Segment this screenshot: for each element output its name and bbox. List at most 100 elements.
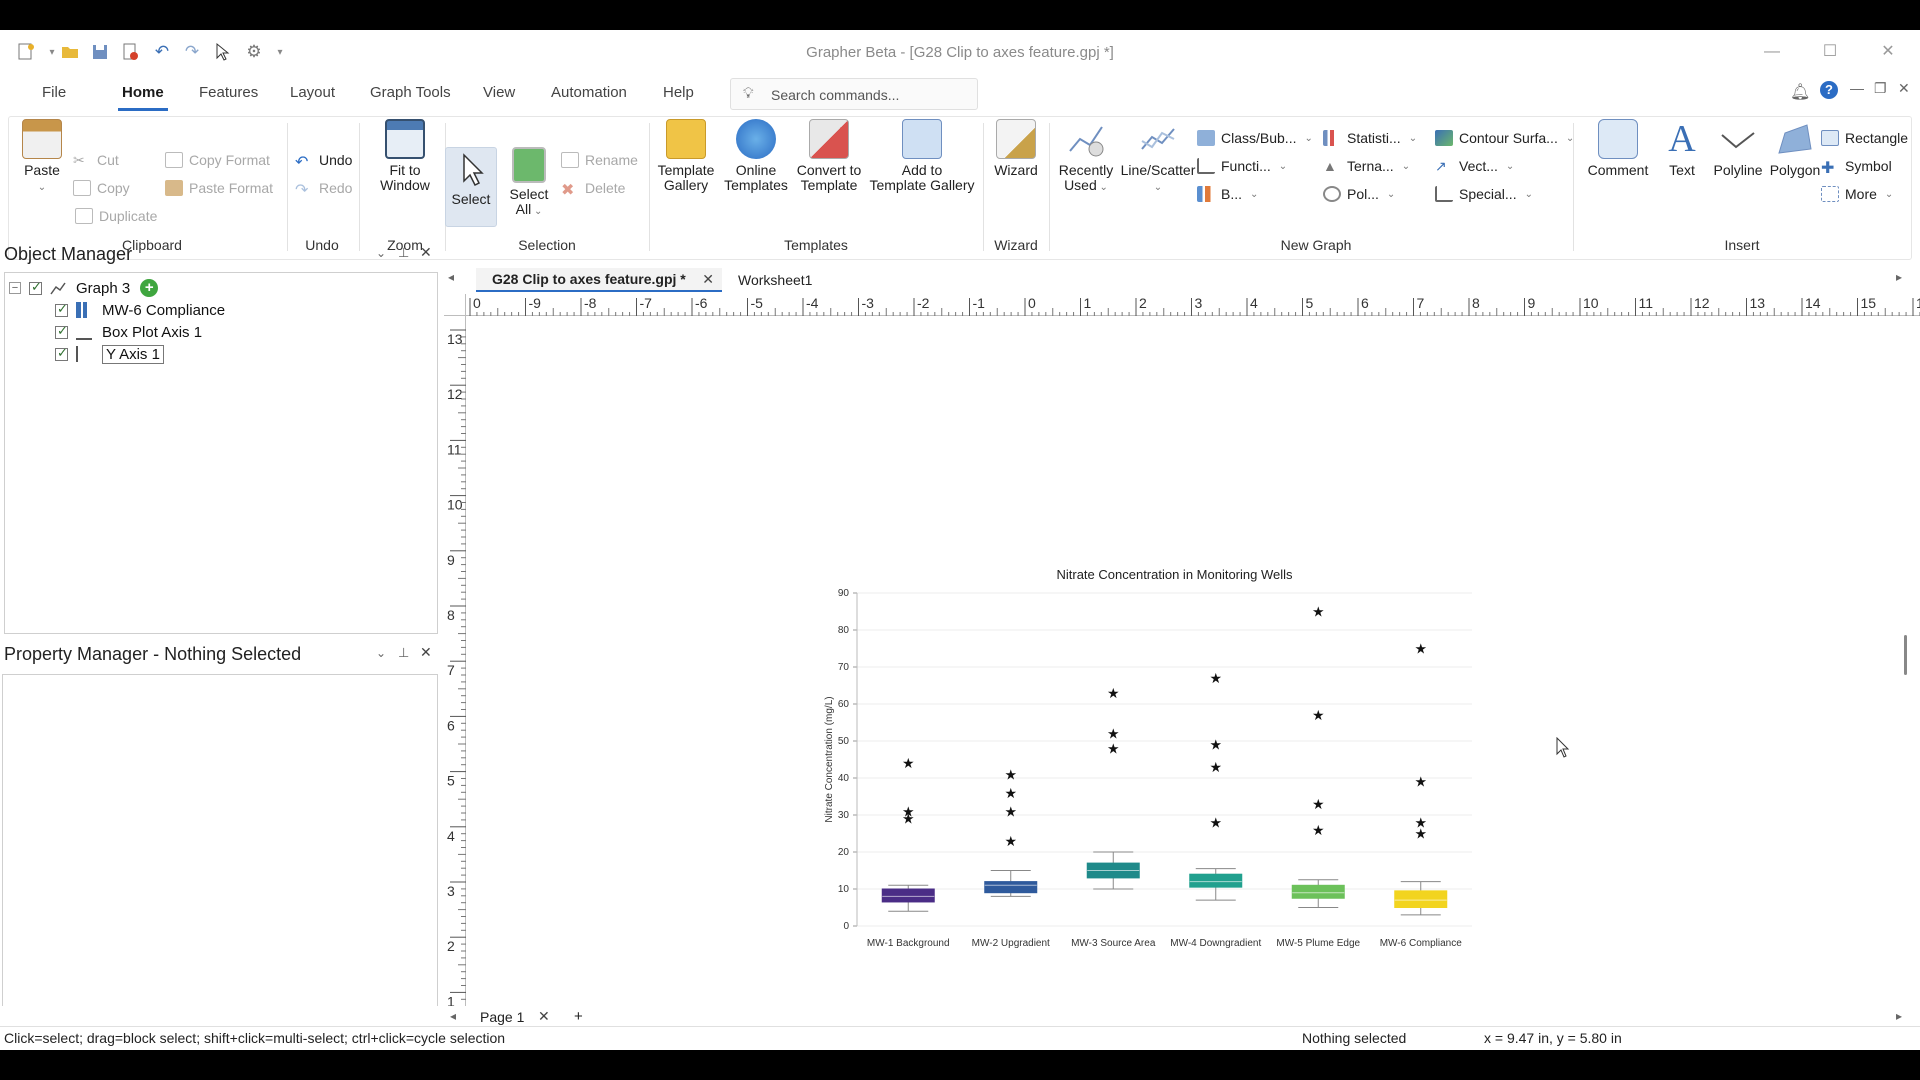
checkbox[interactable] xyxy=(29,279,42,295)
convert-to-template-button[interactable]: Convert to Template xyxy=(791,119,867,193)
redo-button[interactable]: ↷ Redo xyxy=(295,177,352,199)
recently-used-button[interactable]: Recently Used ⌄ xyxy=(1051,119,1121,195)
mouse-cursor-icon xyxy=(1555,736,1571,762)
polar-button[interactable]: Pol... ⌄ xyxy=(1323,183,1395,205)
add-to-template-gallery-button[interactable]: Add to Template Gallery xyxy=(865,119,979,193)
tree-item-mw6[interactable]: MW-6 Compliance xyxy=(55,299,225,321)
panel-menu-chevron-icon[interactable]: ⌄ xyxy=(376,246,386,260)
tab-help[interactable]: Help xyxy=(663,84,694,101)
wizard-wand-icon xyxy=(996,119,1036,159)
template-gallery-button[interactable]: Template Gallery xyxy=(653,119,719,193)
duplicate-button[interactable]: Duplicate xyxy=(75,205,157,227)
search-commands-input[interactable]: 💡︎ Search commands... xyxy=(730,78,978,110)
online-templates-label-1: Online xyxy=(735,162,777,178)
doc-minimize-icon[interactable]: — xyxy=(1850,80,1864,96)
rename-button[interactable]: Rename xyxy=(561,149,638,171)
panel-close-icon[interactable]: ✕ xyxy=(420,644,432,661)
ruler-label: 6 xyxy=(1361,295,1369,311)
convert-template-icon xyxy=(809,119,849,159)
tree-item-box-plot-axis[interactable]: Box Plot Axis 1 xyxy=(55,321,202,343)
outlier-star: ★ xyxy=(1414,827,1427,843)
tab-home[interactable]: Home xyxy=(118,84,168,111)
paste-format-button[interactable]: Paste Format xyxy=(165,177,273,199)
vector-arrow-icon: ↗ xyxy=(1435,158,1447,174)
special-button[interactable]: Special... ⌄ xyxy=(1435,183,1533,205)
panel-close-icon[interactable]: ✕ xyxy=(420,244,432,261)
checkbox[interactable] xyxy=(55,323,68,339)
tree-item-label: Graph 3 xyxy=(76,279,131,297)
tab-scroll-right-icon[interactable]: ▸ xyxy=(1896,270,1902,284)
statistics-button[interactable]: Statisti... ⌄ xyxy=(1323,127,1417,149)
tab-view[interactable]: View xyxy=(483,84,515,101)
function-button[interactable]: Functi... ⌄ xyxy=(1197,155,1287,177)
worksheet-tab[interactable]: Worksheet1 xyxy=(724,268,824,292)
rectangle-button[interactable]: Rectangle xyxy=(1821,127,1908,149)
vertical-scrollbar-thumb[interactable] xyxy=(1904,635,1907,675)
maximize-icon[interactable]: ☐ xyxy=(1818,40,1842,64)
doc-close-icon[interactable]: ✕ xyxy=(1898,80,1910,97)
bar-label: B... xyxy=(1221,186,1243,202)
more-label: More xyxy=(1845,186,1877,202)
help-icon[interactable]: ? xyxy=(1820,81,1838,99)
undo-button[interactable]: ↶ Undo xyxy=(295,149,352,171)
bar-button[interactable]: B... ⌄ xyxy=(1197,183,1258,205)
polyline-button[interactable]: Polyline xyxy=(1709,119,1767,178)
page-scroll-right-icon[interactable]: ▸ xyxy=(1896,1009,1902,1023)
copy-button[interactable]: Copy xyxy=(73,177,130,199)
select-all-button[interactable]: Select All ⌄ xyxy=(503,147,555,219)
checkbox[interactable] xyxy=(55,301,68,317)
paste-chevron-icon: ⌄ xyxy=(37,182,47,193)
page-scroll-left-icon[interactable]: ◂ xyxy=(450,1009,456,1023)
tree-item-y-axis[interactable]: Y Axis 1 xyxy=(55,343,164,365)
page-close-icon[interactable]: ✕ xyxy=(538,1008,550,1025)
online-templates-button[interactable]: Online Templates xyxy=(719,119,793,193)
tab-close-icon[interactable]: ✕ xyxy=(702,271,714,288)
collapse-toggle-icon[interactable]: − xyxy=(9,282,21,294)
delete-button[interactable]: ✖ Delete xyxy=(561,177,625,199)
class-bubble-button[interactable]: Class/Bub... ⌄ xyxy=(1197,127,1313,149)
tab-features[interactable]: Features xyxy=(199,84,258,101)
box-plot-chart[interactable]: Nitrate Concentration in Monitoring Well… xyxy=(467,317,1911,1007)
comment-button[interactable]: Comment xyxy=(1583,119,1653,178)
checkbox[interactable] xyxy=(55,345,68,361)
fit-label-2: Window xyxy=(380,177,430,193)
polygon-button[interactable]: Polygon xyxy=(1767,119,1823,178)
select-button[interactable]: Select xyxy=(445,147,497,227)
add-template-label-2: Template Gallery xyxy=(869,177,975,193)
document-tab-active[interactable]: G28 Clip to axes feature.gpj * ✕ xyxy=(476,268,722,292)
line-scatter-button[interactable]: Line/Scatter ⌄ xyxy=(1115,119,1201,195)
tab-file[interactable]: File xyxy=(42,84,66,101)
paste-button[interactable]: Paste ⌄ xyxy=(19,119,65,195)
panel-pin-icon[interactable]: ⊥ xyxy=(398,645,409,661)
contour-surface-button[interactable]: Contour Surfa... ⌄ xyxy=(1435,127,1574,149)
tab-scroll-left-icon[interactable]: ◂ xyxy=(448,270,454,284)
symbol-button[interactable]: ✚ Symbol xyxy=(1821,155,1892,177)
tab-automation[interactable]: Automation xyxy=(551,84,627,101)
doc-restore-icon[interactable]: ❐ xyxy=(1874,80,1887,97)
notification-bell-icon[interactable]: 🔔︎ xyxy=(1790,82,1810,102)
copy-format-button[interactable]: Copy Format xyxy=(165,149,270,171)
tree-item-graph[interactable]: − Graph 3 + xyxy=(9,277,159,299)
add-plus-icon[interactable]: + xyxy=(140,279,159,297)
text-button[interactable]: A Text xyxy=(1657,119,1707,178)
fit-to-window-button[interactable]: Fit to Window xyxy=(375,119,435,193)
add-page-button[interactable]: + xyxy=(574,1008,583,1025)
ternary-button[interactable]: ▲ Terna... ⌄ xyxy=(1323,155,1410,177)
minimize-icon[interactable]: — xyxy=(1760,40,1784,64)
recently-used-label-1: Recently xyxy=(1058,162,1114,178)
vector-button[interactable]: ↗ Vect... ⌄ xyxy=(1435,155,1514,177)
status-coordinates: x = 9.47 in, y = 5.80 in xyxy=(1484,1030,1622,1046)
outlier-star: ★ xyxy=(1107,686,1120,702)
wizard-button[interactable]: Wizard xyxy=(987,119,1045,178)
more-button[interactable]: More ⌄ xyxy=(1821,183,1893,205)
page-tab[interactable]: Page 1 xyxy=(480,1009,524,1025)
close-icon[interactable]: ✕ xyxy=(1876,40,1900,64)
ruler-label: -3 xyxy=(862,295,875,311)
plot-canvas[interactable]: Nitrate Concentration in Monitoring Well… xyxy=(467,317,1911,1019)
tab-layout[interactable]: Layout xyxy=(290,84,335,101)
tab-graph-tools[interactable]: Graph Tools xyxy=(370,84,451,101)
cut-button[interactable]: ✂ Cut xyxy=(73,149,119,171)
y-tick-label: 60 xyxy=(838,699,850,710)
panel-menu-chevron-icon[interactable]: ⌄ xyxy=(376,646,386,660)
panel-pin-icon[interactable]: ⊥ xyxy=(398,245,409,261)
